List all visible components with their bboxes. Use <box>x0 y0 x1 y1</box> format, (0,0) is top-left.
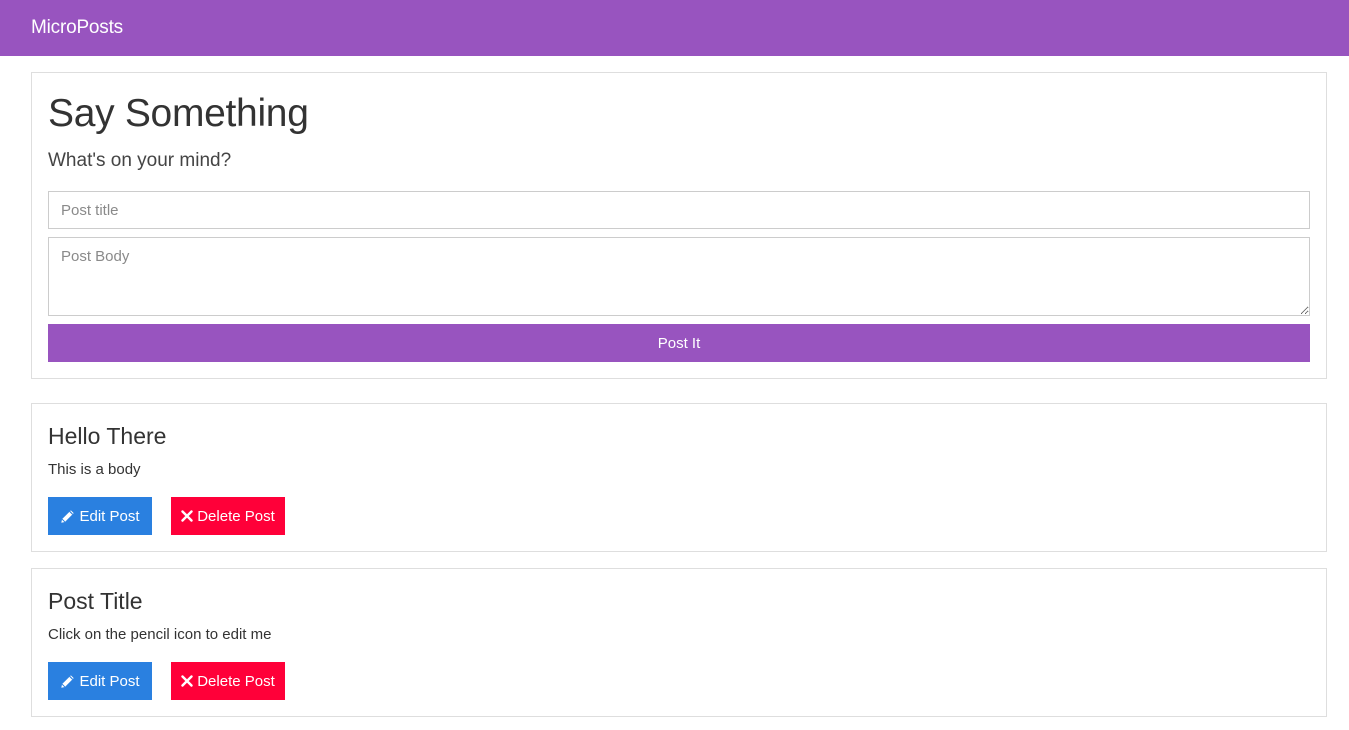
delete-post-button[interactable]: Delete Post <box>171 662 285 700</box>
edit-post-button[interactable]: Edit Post <box>48 662 152 700</box>
post-form-card: Say Something What's on your mind? Post … <box>31 72 1327 379</box>
form-lead: What's on your mind? <box>48 150 232 171</box>
post-card: Hello There This is a body Edit Post Del… <box>31 403 1327 552</box>
pencil-icon <box>61 509 75 523</box>
post-card: Post Title Click on the pencil icon to e… <box>31 568 1327 717</box>
times-icon <box>181 510 193 522</box>
delete-post-label: Delete Post <box>197 672 275 690</box>
edit-post-label: Edit Post <box>79 672 140 690</box>
delete-post-button[interactable]: Delete Post <box>171 497 285 535</box>
post-body-textarea[interactable] <box>48 237 1310 316</box>
post-title-input[interactable] <box>48 191 1310 229</box>
post-title: Hello There <box>48 423 167 449</box>
edit-post-label: Edit Post <box>79 507 140 525</box>
post-body: This is a body <box>48 461 141 478</box>
navbar: MicroPosts <box>0 0 1349 56</box>
pencil-icon <box>61 674 75 688</box>
form-title: Say Something <box>48 92 309 135</box>
times-icon <box>181 675 193 687</box>
brand-link[interactable]: MicroPosts <box>31 17 123 39</box>
post-title: Post Title <box>48 588 143 614</box>
edit-post-button[interactable]: Edit Post <box>48 497 152 535</box>
post-it-button[interactable]: Post It <box>48 324 1310 362</box>
delete-post-label: Delete Post <box>197 507 275 525</box>
post-body: Click on the pencil icon to edit me <box>48 626 272 643</box>
